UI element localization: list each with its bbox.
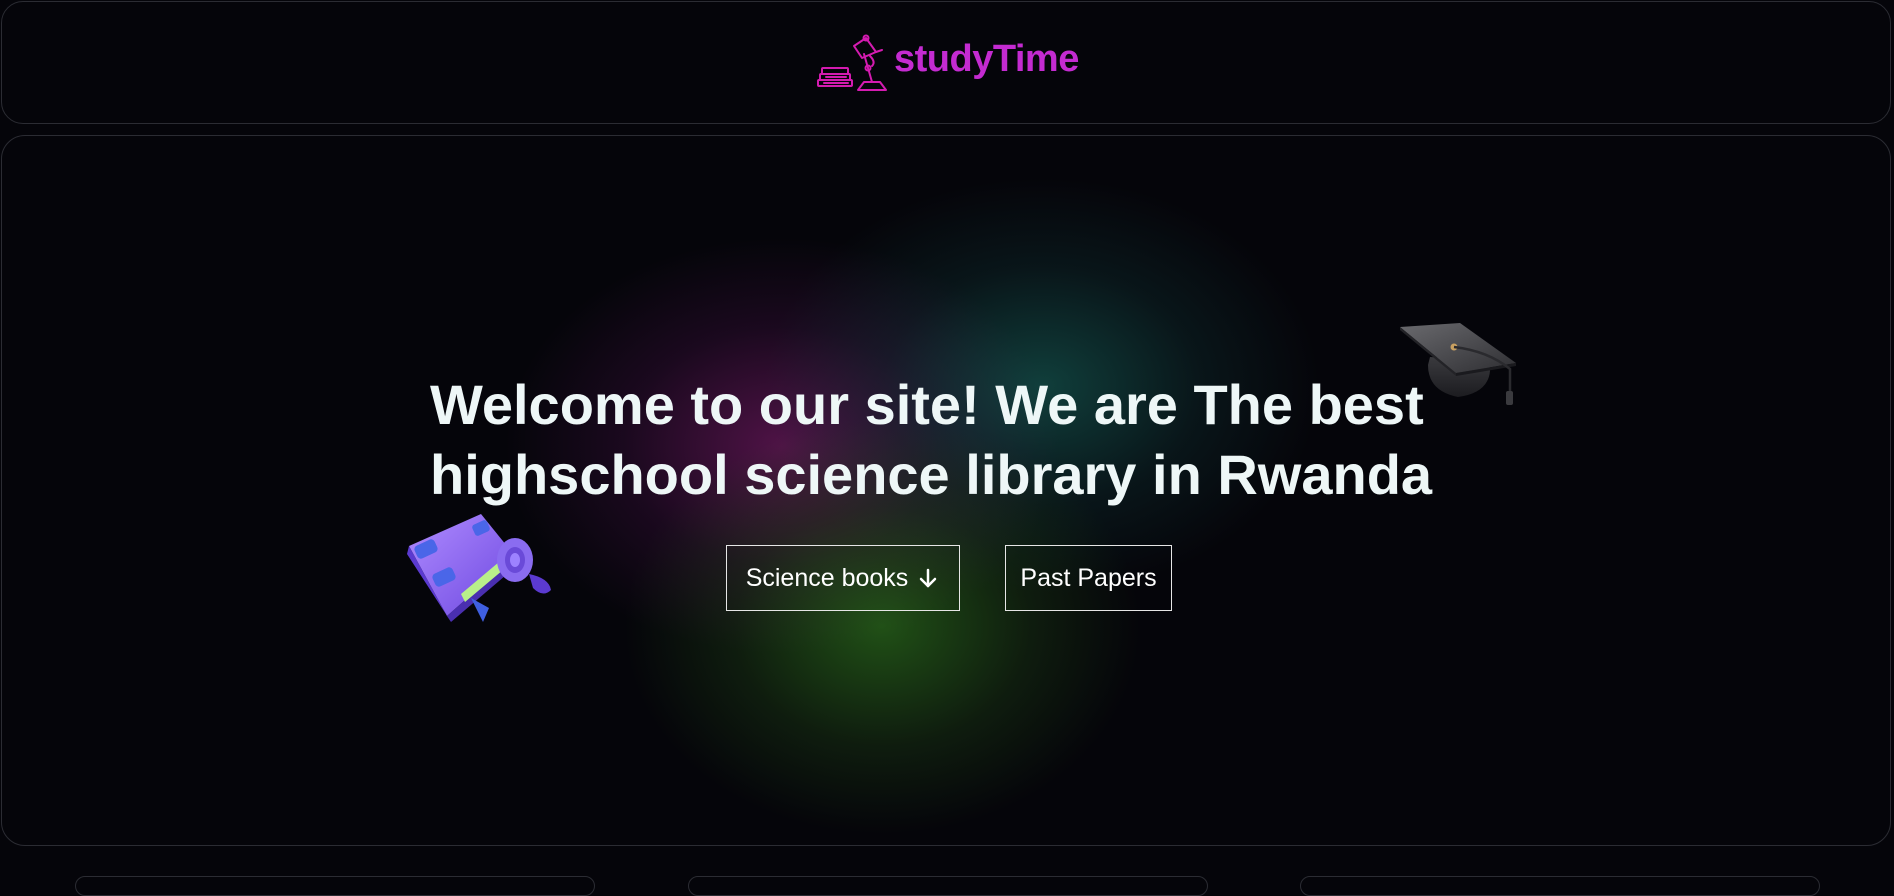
brand-name: studyTime bbox=[894, 37, 1079, 80]
graduation-cap-icon bbox=[1400, 323, 1516, 405]
past-papers-button[interactable]: Past Papers bbox=[1005, 545, 1172, 611]
past-papers-label: Past Papers bbox=[1020, 563, 1157, 592]
arrow-down-icon bbox=[920, 568, 937, 588]
feature-card-1 bbox=[75, 876, 595, 896]
site-header: studyTime bbox=[1, 1, 1891, 124]
hero-headline: Welcome to our site! We are The best hig… bbox=[430, 373, 1433, 506]
science-books-label: Science books bbox=[745, 563, 909, 592]
brand-logo-link[interactable]: studyTime bbox=[814, 32, 1079, 94]
feature-card-3 bbox=[1300, 876, 1820, 896]
book-icon bbox=[407, 514, 551, 622]
science-books-button[interactable]: Science books bbox=[726, 545, 960, 611]
feature-card-2 bbox=[688, 876, 1208, 896]
desk-lamp-books-icon bbox=[817, 34, 887, 91]
hero-section: Welcome to our site! We are The best hig… bbox=[1, 135, 1891, 846]
